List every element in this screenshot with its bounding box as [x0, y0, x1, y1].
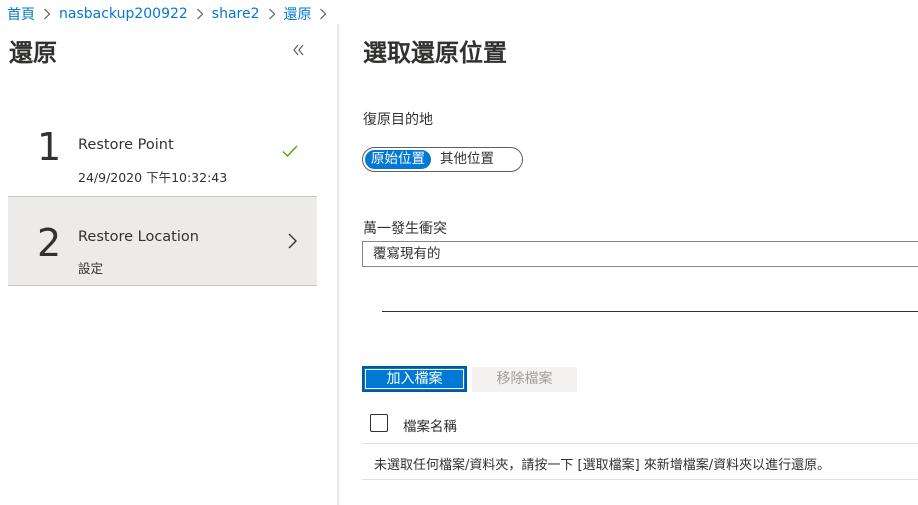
step-title: Restore Point: [78, 137, 174, 153]
breadcrumb: 首頁 nasbackup200922 share2 還原: [7, 4, 327, 24]
file-grid-empty-row: 未選取任何檔案/資料夾，請按一下 [選取檔案] 來新增檔案/資料夾以進行還原。: [362, 444, 918, 480]
step-number: 1: [37, 125, 62, 169]
wizard-title: 還原: [9, 39, 57, 67]
step-subtitle: 24/9/2020 下午10:32:43: [78, 170, 228, 185]
destination-toggle: 原始位置 其他位置: [362, 147, 523, 172]
double-chevron-left-icon[interactable]: [290, 41, 308, 59]
remove-files-button: 移除檔案: [472, 367, 577, 392]
chevron-right-icon: [319, 8, 327, 20]
add-files-button[interactable]: 加入檔案: [362, 366, 467, 392]
step-subtitle: 設定: [78, 261, 104, 276]
panel-divider: [337, 24, 339, 505]
chevron-right-icon: [283, 232, 301, 250]
chevron-right-icon: [196, 8, 204, 20]
file-grid-header: 檔案名稱: [362, 406, 918, 444]
breadcrumb-link-share[interactable]: share2: [212, 6, 260, 22]
breadcrumb-link-vault[interactable]: nasbackup200922: [59, 6, 188, 22]
conflict-label: 萬一發生衝突: [363, 221, 447, 237]
wizard-step-restore-location[interactable]: 2 Restore Location 設定: [8, 196, 317, 286]
conflict-dropdown[interactable]: 覆寫現有的: [362, 241, 918, 267]
column-header-file-name: 檔案名稱: [403, 419, 457, 435]
destination-label: 復原目的地: [363, 112, 433, 128]
select-all-checkbox[interactable]: [370, 414, 388, 432]
checkmark-icon: [281, 142, 299, 160]
option-alternate-location[interactable]: 其他位置: [434, 150, 500, 169]
option-original-location[interactable]: 原始位置: [365, 150, 431, 169]
empty-message: 未選取任何檔案/資料夾，請按一下 [選取檔案] 來新增檔案/資料夾以進行還原。: [374, 458, 831, 473]
chevron-right-icon: [268, 8, 276, 20]
breadcrumb-link-home[interactable]: 首頁: [7, 4, 35, 24]
breadcrumb-link-restore[interactable]: 還原: [284, 4, 312, 24]
page-title: 選取還原位置: [363, 39, 507, 67]
separator-line: [382, 311, 918, 312]
step-number: 2: [37, 221, 62, 265]
step-title: Restore Location: [78, 229, 199, 245]
wizard-step-restore-point[interactable]: 1 Restore Point 24/9/2020 下午10:32:43: [8, 106, 317, 196]
chevron-right-icon: [43, 8, 51, 20]
